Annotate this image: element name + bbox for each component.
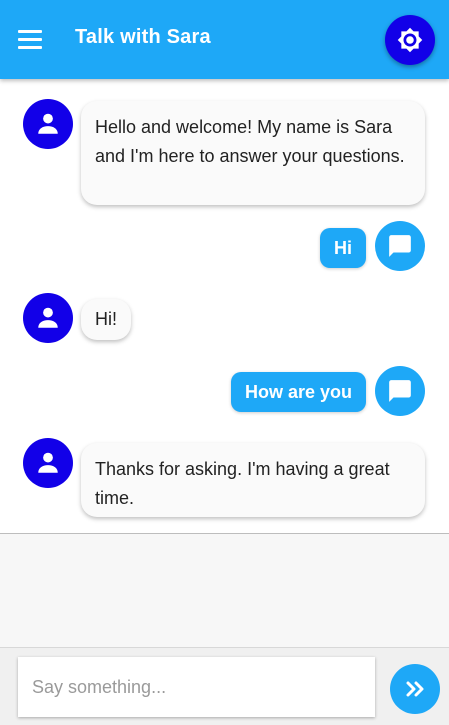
- bot-avatar: [23, 99, 73, 149]
- user-message-bubble: Hi: [320, 228, 366, 268]
- user-message-bubble: How are you: [230, 372, 366, 412]
- bot-avatar: [23, 438, 73, 488]
- message-list[interactable]: Hello and welcome! My name is Sara and I…: [0, 79, 449, 534]
- brightness-icon: [397, 27, 423, 53]
- chat-app: Talk with Sara Hello and welcome! My nam…: [0, 0, 449, 725]
- app-bar: Talk with Sara: [0, 0, 449, 79]
- bot-message-bubble: Hi!: [81, 299, 131, 340]
- theme-toggle-button[interactable]: [385, 15, 435, 65]
- message-input[interactable]: [18, 657, 375, 717]
- message-input-container: [18, 657, 375, 717]
- person-icon: [38, 452, 58, 473]
- user-avatar: [375, 366, 425, 416]
- chat-bubble-icon: [389, 235, 411, 257]
- double-chevron-right-icon: [406, 681, 424, 697]
- user-avatar: [375, 221, 425, 271]
- hamburger-menu-icon[interactable]: [18, 30, 42, 50]
- person-icon: [38, 113, 58, 134]
- bot-avatar: [23, 293, 73, 343]
- bot-message-bubble: Hello and welcome! My name is Sara and I…: [81, 101, 425, 205]
- chat-bubble-icon: [389, 380, 411, 402]
- send-button[interactable]: [390, 664, 440, 714]
- page-title: Talk with Sara: [75, 26, 211, 48]
- bot-message-bubble: Thanks for asking. I'm having a great ti…: [81, 443, 425, 517]
- person-icon: [38, 307, 58, 328]
- composer: [0, 647, 449, 725]
